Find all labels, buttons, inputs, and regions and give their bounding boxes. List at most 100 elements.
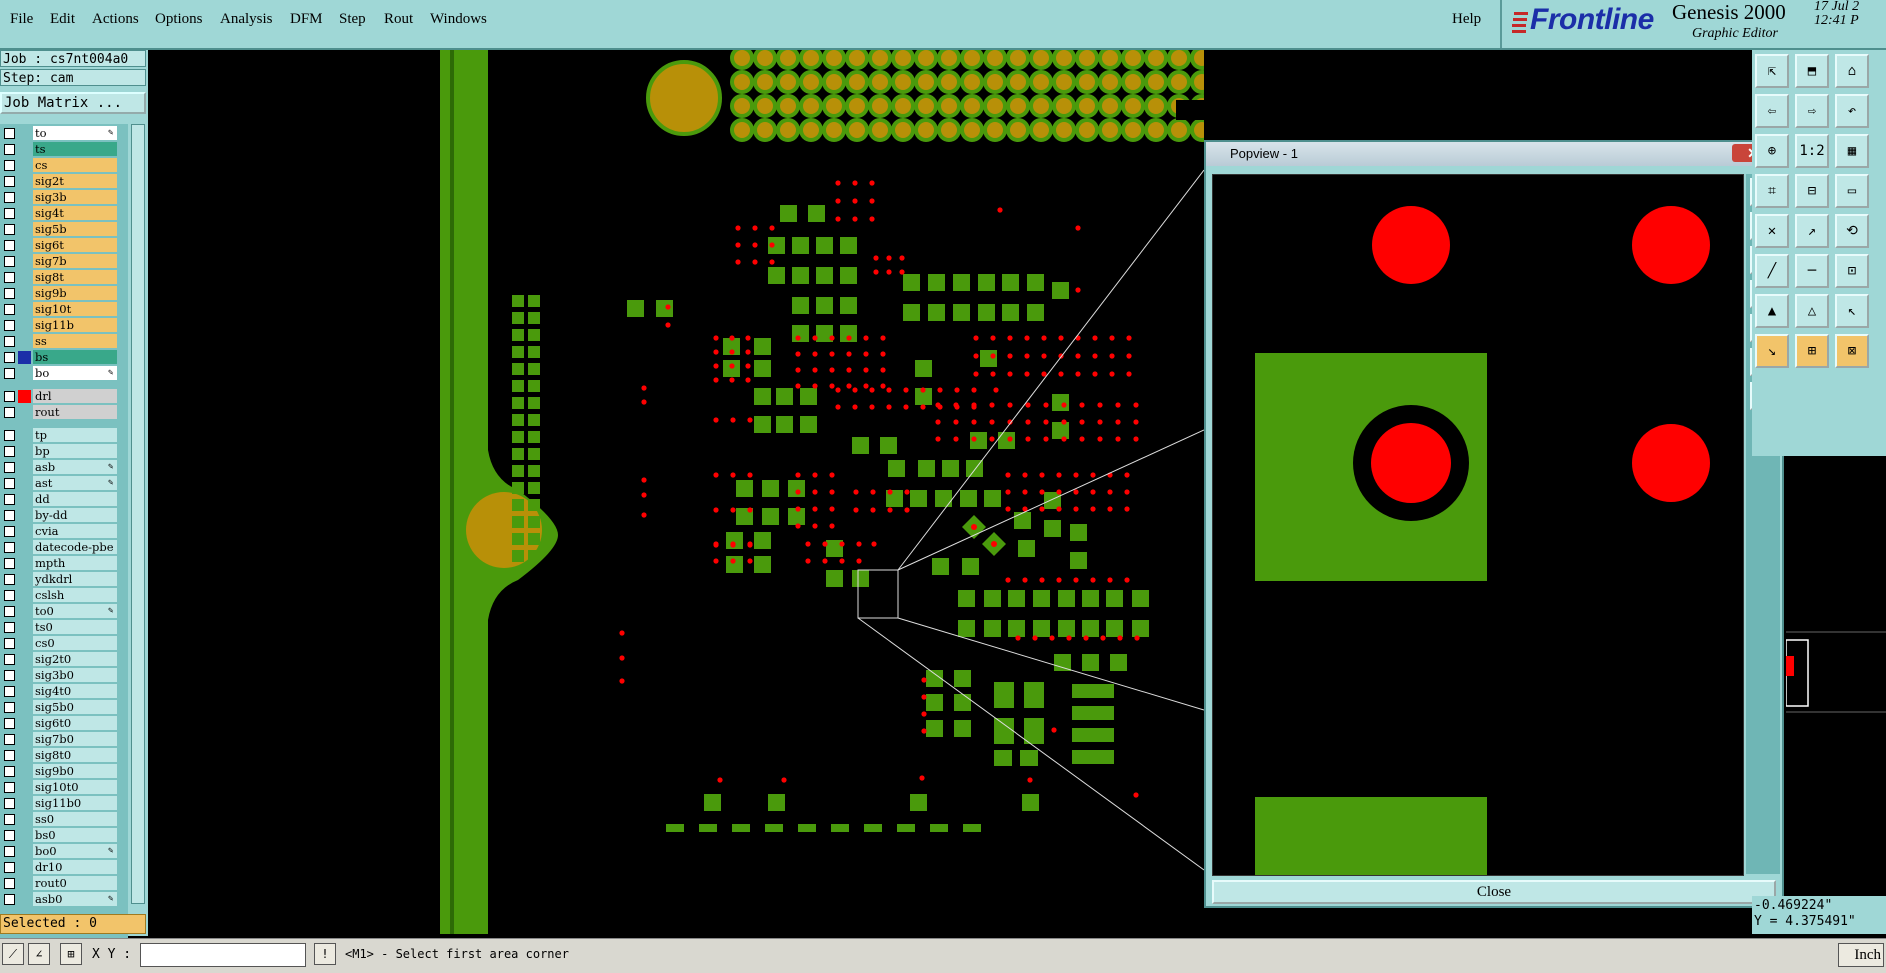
zoom-in-icon[interactable]: ⇱ xyxy=(1755,54,1789,88)
layer-name[interactable]: sig8t xyxy=(33,270,117,284)
layer-checkbox[interactable] xyxy=(4,430,15,441)
ruler-icon[interactable]: ↗ xyxy=(1795,214,1829,248)
layer-name[interactable]: sig2t0 xyxy=(33,652,117,666)
scale-icon[interactable]: ⌗ xyxy=(1755,174,1789,208)
triangle-fill-icon[interactable]: ↘ xyxy=(1755,334,1789,368)
layer-row-to[interactable]: to ✎ xyxy=(0,126,128,141)
layer-name[interactable]: bo xyxy=(33,366,117,380)
layer-checkbox[interactable] xyxy=(4,176,15,187)
layer-row-ts[interactable]: ts xyxy=(0,142,128,157)
layer-checkbox[interactable] xyxy=(4,638,15,649)
layer-name[interactable]: ydkdrl xyxy=(33,572,117,586)
layer-row-sig5b0[interactable]: sig5b0 xyxy=(0,700,128,715)
xy-input[interactable] xyxy=(140,943,306,967)
layer-checkbox[interactable] xyxy=(4,558,15,569)
graphic-canvas[interactable] xyxy=(148,50,1204,934)
layer-row-datecode-pbe[interactable]: datecode-pbe xyxy=(0,540,128,555)
layer-row-sig10t0[interactable]: sig10t0 xyxy=(0,780,128,795)
layer-checkbox[interactable] xyxy=(4,510,15,521)
layer-row-ts0[interactable]: ts0 xyxy=(0,620,128,635)
layer-name[interactable]: sig9b0 xyxy=(33,764,117,778)
menu-rout[interactable]: Rout xyxy=(384,11,413,28)
layer-row-sig8t0[interactable]: sig8t0 xyxy=(0,748,128,763)
layer-checkbox[interactable] xyxy=(4,798,15,809)
layer-row-cslsh[interactable]: cslsh xyxy=(0,588,128,603)
menu-dfm[interactable]: DFM xyxy=(290,11,323,28)
layer-name[interactable]: datecode-pbe xyxy=(33,540,117,554)
layer-row-drl[interactable]: drl xyxy=(0,389,128,404)
layer-checkbox[interactable] xyxy=(4,814,15,825)
layer-checkbox[interactable] xyxy=(4,368,15,379)
layer-checkbox[interactable] xyxy=(4,128,15,139)
layer-checkbox[interactable] xyxy=(4,574,15,585)
layer-row-sig11b0[interactable]: sig11b0 xyxy=(0,796,128,811)
layer-name[interactable]: bp xyxy=(33,444,117,458)
layer-checkbox[interactable] xyxy=(4,288,15,299)
layer-checkbox[interactable] xyxy=(4,526,15,537)
layer-checkbox[interactable] xyxy=(4,734,15,745)
layer-name[interactable]: bo0 xyxy=(33,844,117,858)
measure-icon[interactable]: ✕ xyxy=(1755,214,1789,248)
layer-checkbox[interactable] xyxy=(4,862,15,873)
minus-icon[interactable]: ▲ xyxy=(1755,294,1789,328)
line-icon[interactable]: ╱ xyxy=(1755,254,1789,288)
layer-row-cvia[interactable]: cvia xyxy=(0,524,128,539)
layer-row-bo0[interactable]: bo0 ✎ xyxy=(0,844,128,859)
layer-checkbox[interactable] xyxy=(4,654,15,665)
layer-checkbox[interactable] xyxy=(4,494,15,505)
layer-row-asb0[interactable]: asb0 ✎ xyxy=(0,892,128,907)
info-icon[interactable]: ! xyxy=(314,943,336,965)
layer-checkbox[interactable] xyxy=(4,336,15,347)
back-icon[interactable]: ⊕ xyxy=(1755,134,1789,168)
layer-checkbox[interactable] xyxy=(4,256,15,267)
layer-name[interactable]: cslsh xyxy=(33,588,117,602)
menu-help[interactable]: Help xyxy=(1452,11,1481,28)
layer-name[interactable]: sig6t0 xyxy=(33,716,117,730)
layer-checkbox[interactable] xyxy=(4,590,15,601)
unit-selector[interactable]: Inch xyxy=(1838,943,1884,967)
layer-row-sig6t0[interactable]: sig6t0 xyxy=(0,716,128,731)
layer-row-sig10t[interactable]: sig10t xyxy=(0,302,128,317)
layer-checkbox[interactable] xyxy=(4,407,15,418)
layer-checkbox[interactable] xyxy=(4,766,15,777)
layer-name[interactable]: sig6t xyxy=(33,238,117,252)
layer-name[interactable]: sig4t xyxy=(33,206,117,220)
layer-checkbox[interactable] xyxy=(4,894,15,905)
layer-checkbox[interactable] xyxy=(4,391,15,402)
page-icon[interactable]: 1:2 xyxy=(1795,134,1829,168)
layer-name[interactable]: sig11b0 xyxy=(33,796,117,810)
menu-analysis[interactable]: Analysis xyxy=(220,11,273,28)
layer-name[interactable]: sig9b xyxy=(33,286,117,300)
grid-tool-icon[interactable]: ⊞ xyxy=(60,943,82,965)
layer-row-bs[interactable]: bs xyxy=(0,350,128,365)
layer-row-sig2t0[interactable]: sig2t0 xyxy=(0,652,128,667)
layer-row-bs0[interactable]: bs0 xyxy=(0,828,128,843)
layer-checkbox[interactable] xyxy=(4,192,15,203)
layer-row-cs0[interactable]: cs0 xyxy=(0,636,128,651)
layer-checkbox[interactable] xyxy=(4,224,15,235)
layer-name[interactable]: to0 xyxy=(33,604,117,618)
layer-row-ss0[interactable]: ss0 xyxy=(0,812,128,827)
layer-name[interactable]: cs0 xyxy=(33,636,117,650)
layer-row-bo[interactable]: bo ✎ xyxy=(0,366,128,381)
layer-list-scrollbar[interactable] xyxy=(131,124,145,904)
layer-name[interactable]: cs xyxy=(33,158,117,172)
layer-checkbox[interactable] xyxy=(4,830,15,841)
layer-row-cs[interactable]: cs xyxy=(0,158,128,173)
move-icon[interactable]: ▦ xyxy=(1835,134,1869,168)
angle-tool-icon[interactable]: ∠ xyxy=(28,943,50,965)
layer-row-sig2t[interactable]: sig2t xyxy=(0,174,128,189)
layer-row-sig6t[interactable]: sig6t xyxy=(0,238,128,253)
menu-actions[interactable]: Actions xyxy=(92,11,139,28)
layer-checkbox[interactable] xyxy=(4,478,15,489)
grid-icon[interactable]: ⊟ xyxy=(1795,174,1829,208)
layer-checkbox[interactable] xyxy=(4,304,15,315)
layer-name[interactable]: dd xyxy=(33,492,117,506)
triangle-icon[interactable]: ↖ xyxy=(1835,294,1869,328)
layer-row-ydkdrl[interactable]: ydkdrl xyxy=(0,572,128,587)
layer-name[interactable]: bs xyxy=(33,350,117,364)
layer-row-sig7b0[interactable]: sig7b0 xyxy=(0,732,128,747)
pan-right-icon[interactable]: ↶ xyxy=(1835,94,1869,128)
menu-file[interactable]: File xyxy=(10,11,33,28)
arc-icon[interactable]: ─ xyxy=(1795,254,1829,288)
